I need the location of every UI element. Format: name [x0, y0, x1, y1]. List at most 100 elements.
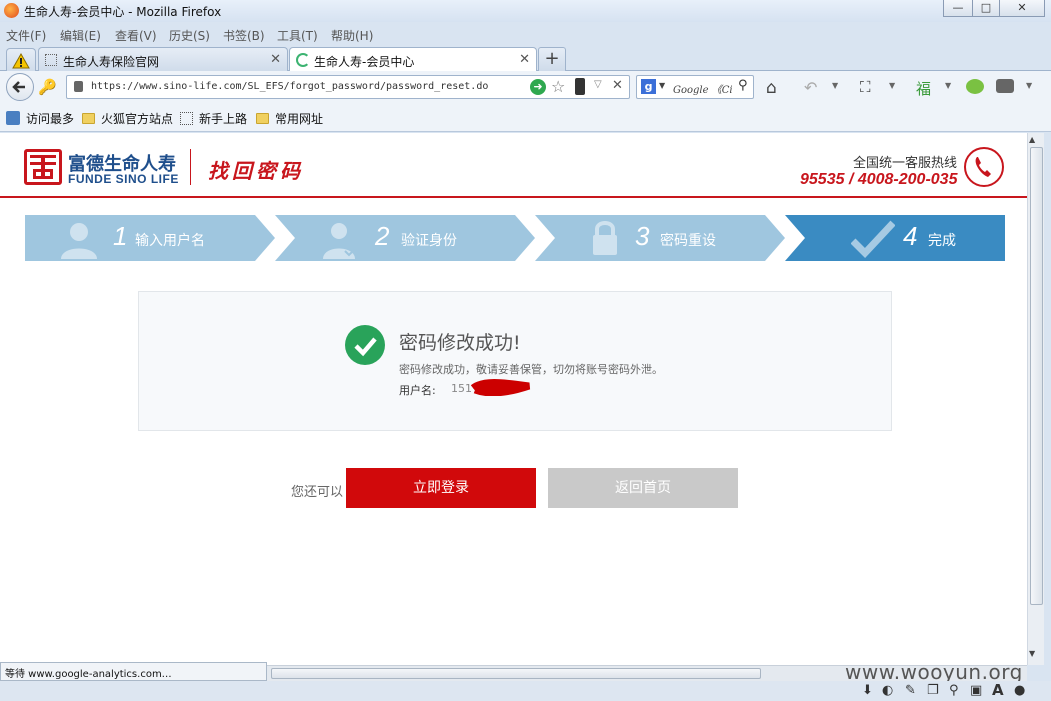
bookmark-firefox-site[interactable]: 火狐官方站点 [82, 110, 173, 127]
bookmark-star-icon[interactable]: ☆ [551, 77, 565, 96]
chat-icon[interactable] [966, 79, 984, 94]
search-box[interactable]: g ▼ Google 《Ci ⚲ [636, 75, 754, 99]
bookmarks-toolbar: 访问最多 火狐官方站点 新手上路 常用网址 [0, 104, 1051, 132]
step-label: 输入用户名 [135, 233, 205, 249]
back-home-button[interactable]: 返回首页 [548, 468, 738, 508]
tab-sino-life-official[interactable]: 生命人寿保险官网 ✕ [38, 47, 288, 72]
address-bar[interactable]: https://www.sino-life.com/SL_EFS/forgot_… [66, 75, 630, 99]
tab-member-center[interactable]: 生命人寿-会员中心 ✕ [289, 47, 537, 73]
step-number: 3 [635, 221, 650, 251]
window-titlebar: 生命人寿-会员中心 - Mozilla Firefox — □ ✕ [0, 0, 1051, 22]
crop-icon[interactable]: ⛶ [860, 78, 871, 96]
windows-icon[interactable]: ❐ [927, 683, 939, 698]
username-value: 151 [451, 382, 472, 395]
search-icon[interactable]: ⚲ [738, 78, 748, 93]
undo-dropdown-icon[interactable]: ▼ [832, 81, 838, 90]
fortune-icon[interactable]: 福 [916, 78, 931, 99]
bookmark-common-sites[interactable]: 常用网址 [256, 110, 323, 127]
crop-dropdown-icon[interactable]: ▼ [889, 81, 895, 90]
bookmark-label: 常用网址 [275, 112, 324, 126]
status-bar: 等待 www.google-analytics.com… [0, 662, 267, 681]
page-content: 富德生命人寿 FUNDE SINO LIFE 找回密码 全国统一客服热线 955… [0, 133, 1027, 665]
addon-icon[interactable] [996, 79, 1014, 93]
step-2: 2 验证身份 [285, 215, 535, 261]
header-rule [0, 196, 1027, 198]
back-button[interactable] [6, 73, 34, 101]
dropdown-icon[interactable]: ▽ [594, 79, 602, 90]
fortune-dropdown-icon[interactable]: ▼ [945, 81, 951, 90]
redaction-scribble [471, 379, 531, 396]
mobile-icon[interactable] [575, 78, 585, 95]
prompt-text: 您还可以 [291, 485, 344, 500]
menu-help[interactable]: 帮助(H) [331, 27, 373, 44]
tab-close-icon[interactable]: ✕ [270, 52, 281, 67]
font-icon[interactable]: A [992, 681, 1004, 699]
bookmark-label: 火狐官方站点 [101, 112, 174, 126]
bookmark-label: 新手上路 [199, 112, 248, 126]
vertical-scrollbar[interactable]: ▲ ▼ [1027, 133, 1044, 665]
menu-file[interactable]: 文件(F) [6, 27, 46, 44]
window-title: 生命人寿-会员中心 - Mozilla Firefox [24, 5, 222, 19]
scroll-thumb[interactable] [1030, 147, 1043, 605]
search-placeholder: Google 《Ci [673, 85, 733, 96]
step-number: 1 [113, 221, 128, 251]
success-title: 密码修改成功! [399, 332, 521, 354]
engine-dropdown-icon[interactable]: ▼ [659, 81, 665, 90]
verify-user-icon [323, 223, 358, 259]
menu-view[interactable]: 查看(V) [115, 27, 157, 44]
hscroll-thumb[interactable] [271, 668, 761, 679]
bookmark-label: 访问最多 [26, 112, 75, 126]
user-profile-icon[interactable]: ● [1014, 683, 1025, 698]
warning-tab[interactable] [6, 48, 36, 72]
scroll-down-icon[interactable]: ▼ [1029, 649, 1035, 658]
menu-edit[interactable]: 编辑(E) [60, 27, 101, 44]
progress-steps: 1 输入用户名 2 验证身份 3 密码重设 4 完成 [25, 215, 1005, 261]
step-1: 1 输入用户名 [25, 215, 275, 261]
home-icon[interactable]: ⌂ [766, 78, 777, 98]
success-message: 密码修改成功，敬请妥善保管，切勿将账号密码外泄。 [399, 363, 663, 376]
username-label: 用户名: [399, 384, 436, 397]
undo-icon[interactable]: ↶ [804, 78, 817, 97]
stop-icon[interactable]: ✕ [612, 78, 623, 93]
menu-dropdown-icon[interactable]: ▼ [1026, 81, 1032, 90]
menu-tools[interactable]: 工具(T) [277, 27, 318, 44]
url-text: https://www.sino-life.com/SL_EFS/forgot_… [91, 81, 489, 92]
screenshot-icon[interactable]: ▣ [970, 683, 982, 698]
loading-icon [296, 53, 310, 67]
back-arrow-icon [12, 81, 25, 93]
tab-label: 生命人寿保险官网 [63, 55, 160, 69]
step-label: 验证身份 [401, 233, 457, 249]
lock-icon [593, 221, 617, 255]
new-tab-button[interactable]: + [538, 47, 566, 71]
tab-label: 生命人寿-会员中心 [314, 55, 415, 69]
step-4: 4 完成 [805, 215, 1005, 261]
go-icon[interactable]: ➜ [530, 79, 546, 95]
restore-button[interactable]: □ [972, 0, 1000, 17]
addon-bar: ⬇ ◐ ✎ ❐ ⚲ ▣ A ● [0, 681, 1051, 701]
minimize-button[interactable]: — [943, 0, 973, 17]
step-number: 4 [903, 221, 918, 251]
scroll-up-icon[interactable]: ▲ [1029, 135, 1035, 144]
brush-icon[interactable]: ✎ [905, 683, 916, 698]
navigation-toolbar: 🔑 https://www.sino-life.com/SL_EFS/forgo… [0, 71, 1051, 104]
folder-icon [82, 113, 95, 124]
tab-close-icon[interactable]: ✕ [519, 52, 530, 67]
bookmark-most-visited[interactable]: 访问最多 [6, 110, 74, 127]
logo-icon [24, 149, 62, 185]
tab-bar: 生命人寿保险官网 ✕ 生命人寿-会员中心 ✕ + [0, 44, 1051, 73]
step-label: 密码重设 [660, 233, 716, 249]
login-button[interactable]: 立即登录 [346, 468, 536, 508]
hotline-numbers: 95535 / 4008-200-035 [800, 171, 958, 188]
close-window-button[interactable]: ✕ [999, 0, 1045, 17]
menu-history[interactable]: 历史(S) [169, 27, 210, 44]
download-icon[interactable]: ⬇ [862, 683, 873, 698]
menu-bookmarks[interactable]: 书签(B) [223, 27, 265, 44]
google-icon[interactable]: g [641, 79, 656, 94]
key-icon[interactable]: 🔑 [38, 78, 58, 96]
brand-name-en: FUNDE SINO LIFE [68, 172, 179, 186]
folder-icon [256, 113, 269, 124]
bookmark-getting-started[interactable]: 新手上路 [180, 110, 247, 127]
zoom-icon[interactable]: ⚲ [949, 683, 959, 698]
mask-icon[interactable]: ◐ [882, 683, 893, 698]
menu-bar: 文件(F) 编辑(E) 查看(V) 历史(S) 书签(B) 工具(T) 帮助(H… [0, 23, 1051, 44]
